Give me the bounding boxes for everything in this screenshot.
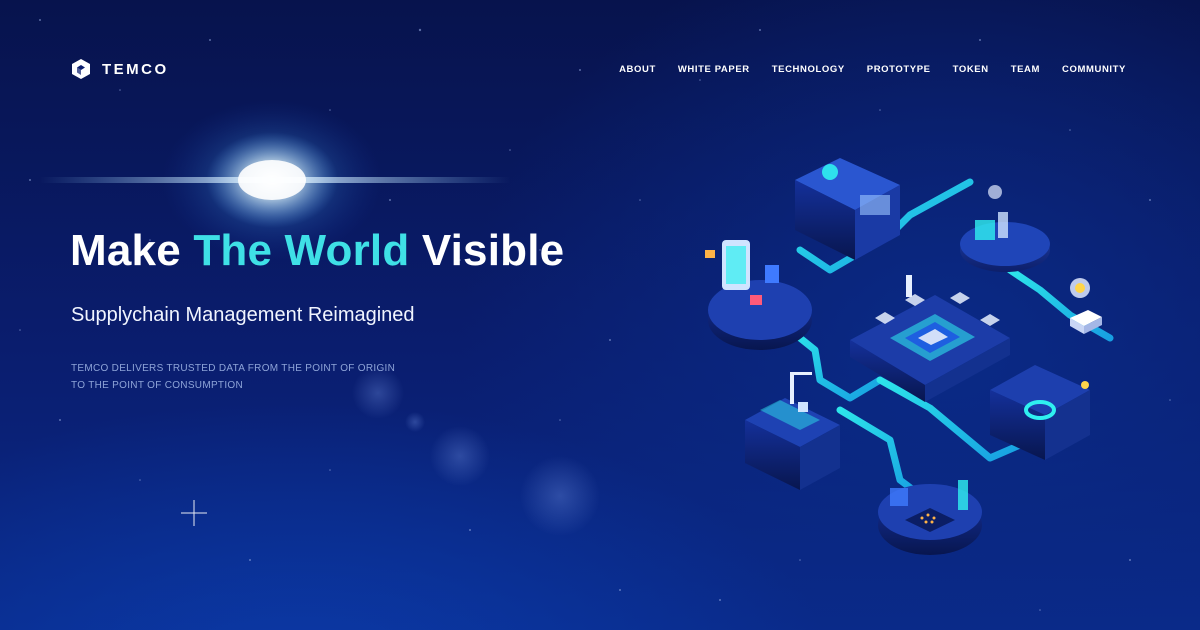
brand-logo[interactable]: TEMCO [70, 58, 169, 80]
ship-icon [745, 372, 840, 490]
temco-logo-icon [72, 59, 90, 79]
nav-about[interactable]: ABOUT [619, 64, 656, 75]
nav-prototype[interactable]: PROTOTYPE [867, 64, 931, 75]
hero-title-part2: Visible [421, 226, 565, 275]
factory-icon [960, 185, 1050, 272]
top-nav: ABOUT WHITE PAPER TECHNOLOGY PROTOTYPE T… [619, 64, 1126, 75]
monitoring-room-icon [795, 158, 900, 260]
farm-icon [878, 480, 982, 555]
lightbulb-icon [1070, 278, 1090, 298]
brand-name: TEMCO [102, 60, 169, 78]
hero-title: Make The World Visible [70, 226, 564, 276]
nav-community[interactable]: COMMUNITY [1062, 64, 1126, 75]
nav-team[interactable]: TEAM [1011, 64, 1040, 75]
hero-description: TEMCO DELIVERS TRUSTED DATA FROM THE POI… [71, 360, 395, 394]
sparkle-icon [181, 500, 207, 526]
phone-shop-icon [705, 240, 812, 350]
hero-desc-line2: TO THE POINT OF CONSUMPTION [71, 380, 244, 391]
hero-desc-line1: TEMCO DELIVERS TRUSTED DATA FROM THE POI… [71, 363, 396, 374]
hero-title-accent: The World [193, 226, 410, 275]
hero-subtitle: Supplychain Management Reimagined [71, 304, 415, 326]
nav-technology[interactable]: TECHNOLOGY [772, 64, 845, 75]
supply-chain-isometric-illustration [705, 158, 1114, 555]
hero-title-part1: Make [70, 226, 181, 275]
nav-white-paper[interactable]: WHITE PAPER [678, 64, 750, 75]
nav-token[interactable]: TOKEN [953, 64, 989, 75]
warehouse-icon [990, 365, 1090, 460]
